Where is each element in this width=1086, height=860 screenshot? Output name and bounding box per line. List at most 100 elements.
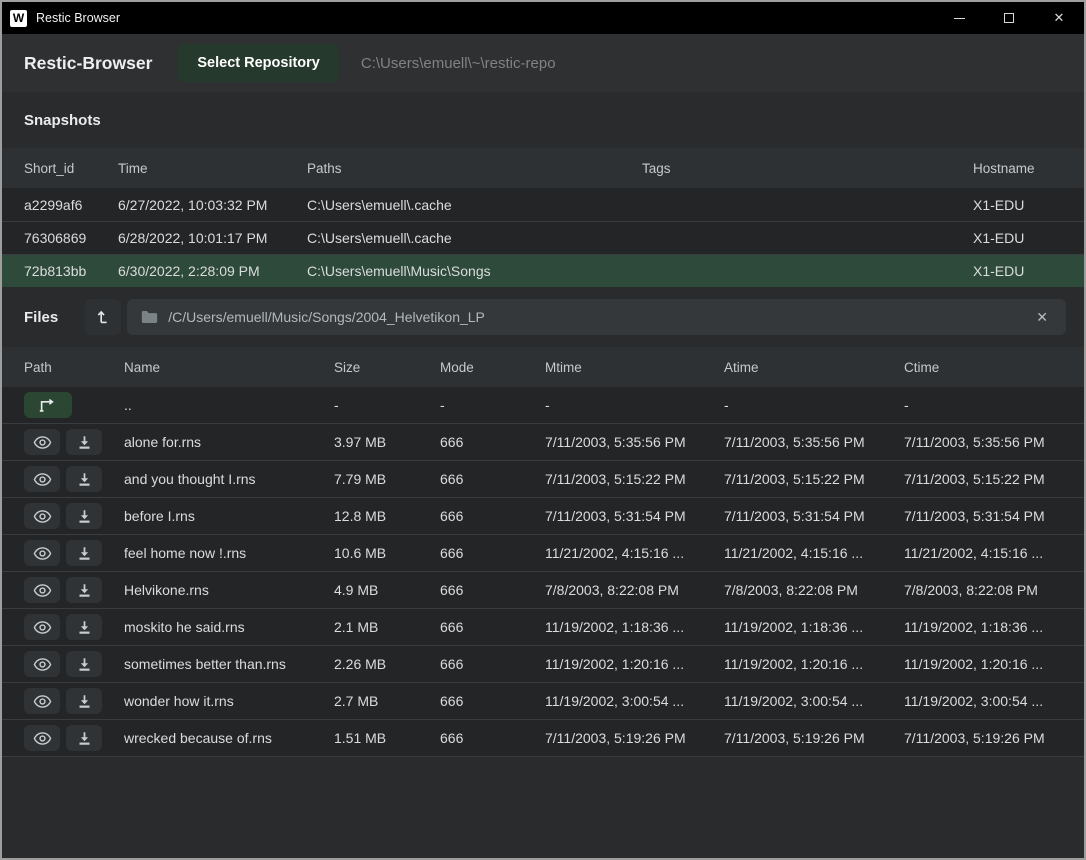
preview-file-button[interactable] xyxy=(24,429,60,455)
file-mode: 666 xyxy=(440,508,545,524)
column-header-paths: Paths xyxy=(307,161,642,176)
maximize-button[interactable] xyxy=(984,2,1034,34)
preview-file-button[interactable] xyxy=(24,577,60,603)
preview-file-button[interactable] xyxy=(24,688,60,714)
file-size: 1.51 MB xyxy=(334,730,440,746)
minimize-icon xyxy=(954,18,965,19)
snapshot-short-id: 76306869 xyxy=(24,230,118,246)
snapshot-short-id: a2299af6 xyxy=(24,197,118,213)
download-icon xyxy=(77,694,92,709)
snapshot-paths: C:\Users\emuell\.cache xyxy=(307,197,642,213)
snapshot-paths: C:\Users\emuell\.cache xyxy=(307,230,642,246)
file-atime: 11/19/2002, 1:20:16 ... xyxy=(724,656,904,672)
parent-directory-button[interactable] xyxy=(24,392,72,418)
download-file-button[interactable] xyxy=(66,725,102,751)
file-name: before I.rns xyxy=(124,508,334,524)
download-icon xyxy=(77,620,92,635)
preview-file-button[interactable] xyxy=(24,725,60,751)
download-file-button[interactable] xyxy=(66,577,102,603)
file-name: and you thought I.rns xyxy=(124,471,334,487)
parent-directory-name: .. xyxy=(124,397,334,413)
file-row: moskito he said.rns 2.1 MB 666 11/19/200… xyxy=(2,609,1084,646)
folder-icon xyxy=(141,310,158,324)
parent-directory-mtime: - xyxy=(545,397,724,413)
file-ctime: 11/21/2002, 4:15:16 ... xyxy=(904,545,1084,561)
snapshot-time: 6/30/2022, 2:28:09 PM xyxy=(118,263,307,279)
app-name: Restic-Browser xyxy=(24,53,152,74)
snapshot-time: 6/28/2022, 10:01:17 PM xyxy=(118,230,307,246)
close-icon: ✕ xyxy=(1054,10,1065,26)
file-row: and you thought I.rns 7.79 MB 666 7/11/2… xyxy=(2,461,1084,498)
snapshots-table-header: Short_id Time Paths Tags Hostname xyxy=(2,148,1084,188)
download-file-button[interactable] xyxy=(66,466,102,492)
snapshot-hostname: X1-EDU xyxy=(973,230,1084,246)
file-ctime: 7/11/2003, 5:15:22 PM xyxy=(904,471,1084,487)
close-button[interactable]: ✕ xyxy=(1034,2,1084,34)
download-file-button[interactable] xyxy=(66,651,102,677)
file-size: 2.1 MB xyxy=(334,619,440,635)
file-ctime: 7/11/2003, 5:35:56 PM xyxy=(904,434,1084,450)
snapshot-row[interactable]: 76306869 6/28/2022, 10:01:17 PM C:\Users… xyxy=(2,221,1084,254)
file-size: 2.26 MB xyxy=(334,656,440,672)
file-atime: 7/11/2003, 5:35:56 PM xyxy=(724,434,904,450)
file-mtime: 11/19/2002, 1:20:16 ... xyxy=(545,656,724,672)
clear-path-button[interactable]: ✕ xyxy=(1032,307,1052,328)
files-bar: Files /C/Users/emuell/Music/Songs/2004_H… xyxy=(2,287,1084,347)
file-name: moskito he said.rns xyxy=(124,619,334,635)
file-atime: 7/11/2003, 5:15:22 PM xyxy=(724,471,904,487)
file-name: wrecked because of.rns xyxy=(124,730,334,746)
file-mode: 666 xyxy=(440,434,545,450)
repository-path: C:\Users\emuell\~\restic-repo xyxy=(361,55,556,72)
file-row: wonder how it.rns 2.7 MB 666 11/19/2002,… xyxy=(2,683,1084,720)
download-icon xyxy=(77,509,92,524)
parent-directory-size: - xyxy=(334,397,440,413)
app-header: Restic-Browser Select Repository C:\User… xyxy=(2,34,1084,92)
file-ctime: 11/19/2002, 1:20:16 ... xyxy=(904,656,1084,672)
download-file-button[interactable] xyxy=(66,503,102,529)
preview-file-button[interactable] xyxy=(24,466,60,492)
files-section-title: Files xyxy=(24,309,58,326)
current-path-input[interactable]: /C/Users/emuell/Music/Songs/2004_Helveti… xyxy=(127,299,1066,335)
snapshot-time: 6/27/2022, 10:03:32 PM xyxy=(118,197,307,213)
select-repository-button[interactable]: Select Repository xyxy=(178,44,339,82)
snapshot-row[interactable]: 72b813bb 6/30/2022, 2:28:09 PM C:\Users\… xyxy=(2,254,1084,287)
file-name: alone for.rns xyxy=(124,434,334,450)
preview-file-button[interactable] xyxy=(24,614,60,640)
file-ctime: 7/11/2003, 5:19:26 PM xyxy=(904,730,1084,746)
download-file-button[interactable] xyxy=(66,688,102,714)
file-size: 3.97 MB xyxy=(334,434,440,450)
files-table-body: alone for.rns 3.97 MB 666 7/11/2003, 5:3… xyxy=(2,424,1084,757)
download-icon xyxy=(77,546,92,561)
file-size: 12.8 MB xyxy=(334,508,440,524)
eye-icon xyxy=(33,435,52,450)
eye-icon xyxy=(33,657,52,672)
file-row: wrecked because of.rns 1.51 MB 666 7/11/… xyxy=(2,720,1084,757)
file-atime: 11/19/2002, 3:00:54 ... xyxy=(724,693,904,709)
snapshots-table-body: a2299af6 6/27/2022, 10:03:32 PM C:\Users… xyxy=(2,188,1084,287)
column-header-short-id: Short_id xyxy=(24,161,118,176)
file-mtime: 11/21/2002, 4:15:16 ... xyxy=(545,545,724,561)
file-ctime: 7/11/2003, 5:31:54 PM xyxy=(904,508,1084,524)
column-header-mode: Mode xyxy=(440,360,545,375)
eye-icon xyxy=(33,731,52,746)
download-file-button[interactable] xyxy=(66,540,102,566)
minimize-button[interactable] xyxy=(934,2,984,34)
file-size: 7.79 MB xyxy=(334,471,440,487)
go-up-directory-button[interactable] xyxy=(85,299,121,335)
parent-directory-row: .. - - - - - xyxy=(2,387,1084,424)
file-ctime: 11/19/2002, 3:00:54 ... xyxy=(904,693,1084,709)
download-file-button[interactable] xyxy=(66,614,102,640)
file-mtime: 7/11/2003, 5:15:22 PM xyxy=(545,471,724,487)
parent-directory-ctime: - xyxy=(904,397,1084,413)
eye-icon xyxy=(33,694,52,709)
eye-icon xyxy=(33,583,52,598)
preview-file-button[interactable] xyxy=(24,651,60,677)
preview-file-button[interactable] xyxy=(24,540,60,566)
file-mode: 666 xyxy=(440,693,545,709)
download-file-button[interactable] xyxy=(66,429,102,455)
file-atime: 7/11/2003, 5:31:54 PM xyxy=(724,508,904,524)
preview-file-button[interactable] xyxy=(24,503,60,529)
file-mode: 666 xyxy=(440,545,545,561)
file-mode: 666 xyxy=(440,730,545,746)
snapshot-row[interactable]: a2299af6 6/27/2022, 10:03:32 PM C:\Users… xyxy=(2,188,1084,221)
